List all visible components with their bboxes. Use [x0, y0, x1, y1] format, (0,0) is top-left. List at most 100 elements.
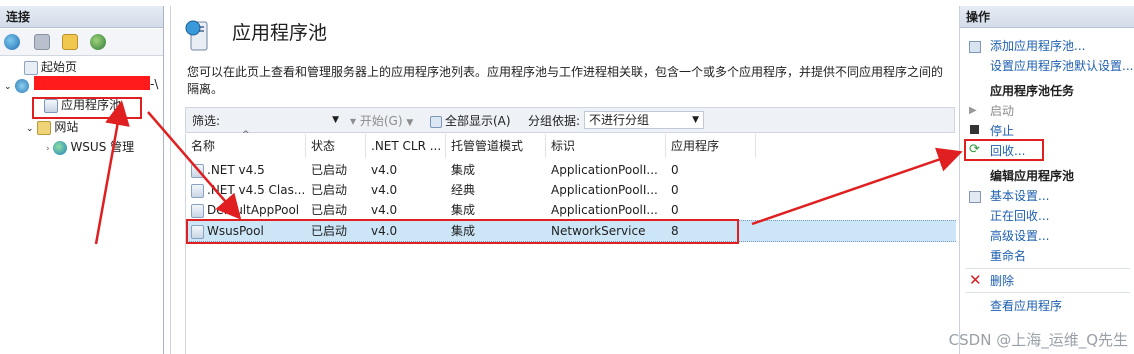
- cell-pipeline: 经典: [451, 183, 476, 197]
- tree-item-sites[interactable]: ⌄ 网站: [26, 118, 78, 136]
- annotation-box-app-pools: [32, 97, 142, 119]
- add-app-pool-link[interactable]: 添加应用程序池...: [990, 37, 1085, 55]
- column-header-identity[interactable]: 标识: [546, 134, 666, 158]
- show-all-button[interactable]: 全部显示(A): [430, 113, 511, 129]
- actions-header: 操作: [960, 6, 1134, 28]
- pool-name: DefaultAppPool: [207, 203, 300, 217]
- grid-header: 名称 状态 .NET CLR ... 托管管道模式 标识 应用程序 ^: [186, 130, 956, 158]
- recycling-settings-link[interactable]: 正在回收...: [990, 207, 1049, 225]
- app-pool-icon: [191, 203, 204, 218]
- start-page-icon: [24, 60, 38, 75]
- folder-up-icon[interactable]: [62, 34, 78, 50]
- delete-link[interactable]: 删除: [990, 272, 1014, 290]
- app-pools-page-icon: [183, 18, 213, 52]
- group-by-label: 分组依据:: [528, 114, 581, 128]
- cell-clr: v4.0: [371, 203, 398, 217]
- app-pools-grid: 名称 状态 .NET CLR ... 托管管道模式 标识 应用程序 ^ .NET…: [185, 130, 956, 354]
- annotation-box-recycle: [964, 139, 1044, 161]
- dropdown-arrow-icon[interactable]: ▼: [692, 112, 699, 128]
- column-header-apps[interactable]: 应用程序: [666, 134, 756, 158]
- edit-pool-header: 编辑应用程序池: [990, 169, 1075, 183]
- basic-settings-link[interactable]: 基本设置...: [990, 187, 1049, 205]
- tree-item-server[interactable]: ⌄: [4, 76, 32, 94]
- tree-label-wsus: WSUS 管理: [70, 140, 135, 154]
- cell-status: 已启动: [311, 203, 348, 217]
- start-link[interactable]: 启动: [990, 102, 1014, 120]
- pool-name: .NET v4.5 Clas...: [207, 183, 306, 197]
- globe-connect-icon[interactable]: [4, 34, 20, 50]
- column-header-clr[interactable]: .NET CLR ...: [366, 134, 446, 158]
- page-title: 应用程序池: [232, 22, 328, 44]
- connections-header: 连接: [0, 6, 163, 28]
- expand-arrow-icon[interactable]: ›: [46, 144, 50, 154]
- app-pool-icon: [191, 163, 204, 178]
- stop-link[interactable]: 停止: [990, 122, 1014, 140]
- cell-pipeline: 集成: [451, 203, 476, 217]
- tree-item-start-page[interactable]: 起始页: [24, 58, 77, 76]
- pool-name: .NET v4.5: [207, 163, 265, 177]
- filter-bar: 筛选: ▼ ▾ 开始(G) ▼ 全部显示(A) 分组依据: 不进行分组 ▼: [185, 107, 955, 133]
- cell-clr: v4.0: [371, 183, 398, 197]
- table-row[interactable]: .NET v4.5 Clas... 已启动 v4.0 经典 Applicatio…: [186, 180, 956, 200]
- cell-name: DefaultAppPool: [186, 200, 306, 220]
- start-filter-label: 开始(G): [359, 114, 403, 128]
- expand-arrow-icon[interactable]: ⌄: [4, 82, 12, 92]
- cell-identity: ApplicationPoolI...: [551, 183, 658, 197]
- table-row[interactable]: .NET v4.5 已启动 v4.0 集成 ApplicationPoolI..…: [186, 160, 956, 180]
- add-pool-icon: [969, 41, 981, 53]
- filter-input[interactable]: ▼: [222, 111, 344, 129]
- annotation-box-wsuspool: [186, 219, 739, 244]
- main-panel: 应用程序池 您可以在此页上查看和管理服务器上的应用程序池列表。应用程序池与工作进…: [170, 6, 960, 354]
- group-by-select[interactable]: 不进行分组 ▼: [584, 111, 704, 129]
- show-all-icon: [430, 115, 442, 128]
- tree-label-start-page: 起始页: [41, 60, 78, 74]
- actions-divider: [966, 292, 1130, 293]
- view-apps-link[interactable]: 查看应用程序: [990, 297, 1062, 315]
- cell-status: 已启动: [311, 163, 348, 177]
- tree-label-sites: 网站: [54, 120, 79, 134]
- column-header-pipeline[interactable]: 托管管道模式: [446, 134, 546, 158]
- set-pool-defaults-link[interactable]: 设置应用程序池默认设置...: [990, 57, 1133, 75]
- table-row[interactable]: DefaultAppPool 已启动 v4.0 集成 ApplicationPo…: [186, 200, 956, 220]
- dropdown-arrow-icon[interactable]: ▼: [406, 118, 413, 128]
- advanced-settings-link[interactable]: 高级设置...: [990, 227, 1049, 245]
- sites-folder-icon: [37, 120, 52, 135]
- cell-pipeline: 集成: [451, 163, 476, 177]
- group-by-value: 不进行分组: [589, 113, 650, 127]
- delete-icon: ✕: [969, 271, 982, 289]
- show-all-label: 全部显示(A): [445, 114, 511, 128]
- stop-icon: [970, 125, 979, 134]
- cell-name: .NET v4.5: [186, 160, 306, 180]
- pool-tasks-header: 应用程序池任务: [990, 84, 1075, 98]
- cell-apps: 0: [671, 163, 679, 177]
- sort-indicator-icon: ^: [242, 130, 250, 140]
- watermark: CSDN @上海_运维_Q先生: [948, 331, 1128, 349]
- rename-link[interactable]: 重命名: [990, 247, 1026, 265]
- dropdown-arrow-icon[interactable]: ▼: [332, 112, 339, 128]
- app-pool-icon: [191, 183, 204, 198]
- tree-server-suffix: -\: [150, 77, 159, 91]
- basic-settings-icon: [969, 191, 981, 203]
- cell-identity: ApplicationPoolI...: [551, 203, 658, 217]
- filter-label: 筛选:: [192, 114, 221, 128]
- cell-apps: 0: [671, 183, 679, 197]
- funnel-icon: ▾: [350, 114, 357, 128]
- cell-name: .NET v4.5 Clas...: [186, 180, 306, 200]
- globe-site-icon: [53, 140, 68, 155]
- redacted-server-name: [34, 76, 150, 90]
- disconnect-icon[interactable]: [90, 34, 106, 50]
- start-filter-button[interactable]: ▾ 开始(G) ▼: [350, 113, 413, 129]
- collapse-arrow-icon[interactable]: ⌄: [26, 124, 34, 134]
- cell-apps: 0: [671, 203, 679, 217]
- save-icon[interactable]: [34, 34, 50, 50]
- column-header-status[interactable]: 状态: [306, 134, 366, 158]
- connections-toolbar: [0, 29, 163, 56]
- cell-identity: ApplicationPoolI...: [551, 163, 658, 177]
- actions-panel: 操作 添加应用程序池... 设置应用程序池默认设置... 应用程序池任务 ▶ 启…: [959, 6, 1134, 354]
- connections-panel: 连接 起始页 ⌄ -\ 应用程序池 ⌄ 网站 › WSUS 管理: [0, 6, 164, 354]
- server-icon: [15, 78, 30, 93]
- page-description: 您可以在此页上查看和管理服务器上的应用程序池列表。应用程序池与工作进程相关联，包…: [187, 65, 944, 96]
- cell-clr: v4.0: [371, 163, 398, 177]
- tree-item-wsus[interactable]: › WSUS 管理: [46, 138, 134, 156]
- start-icon: ▶: [969, 105, 977, 116]
